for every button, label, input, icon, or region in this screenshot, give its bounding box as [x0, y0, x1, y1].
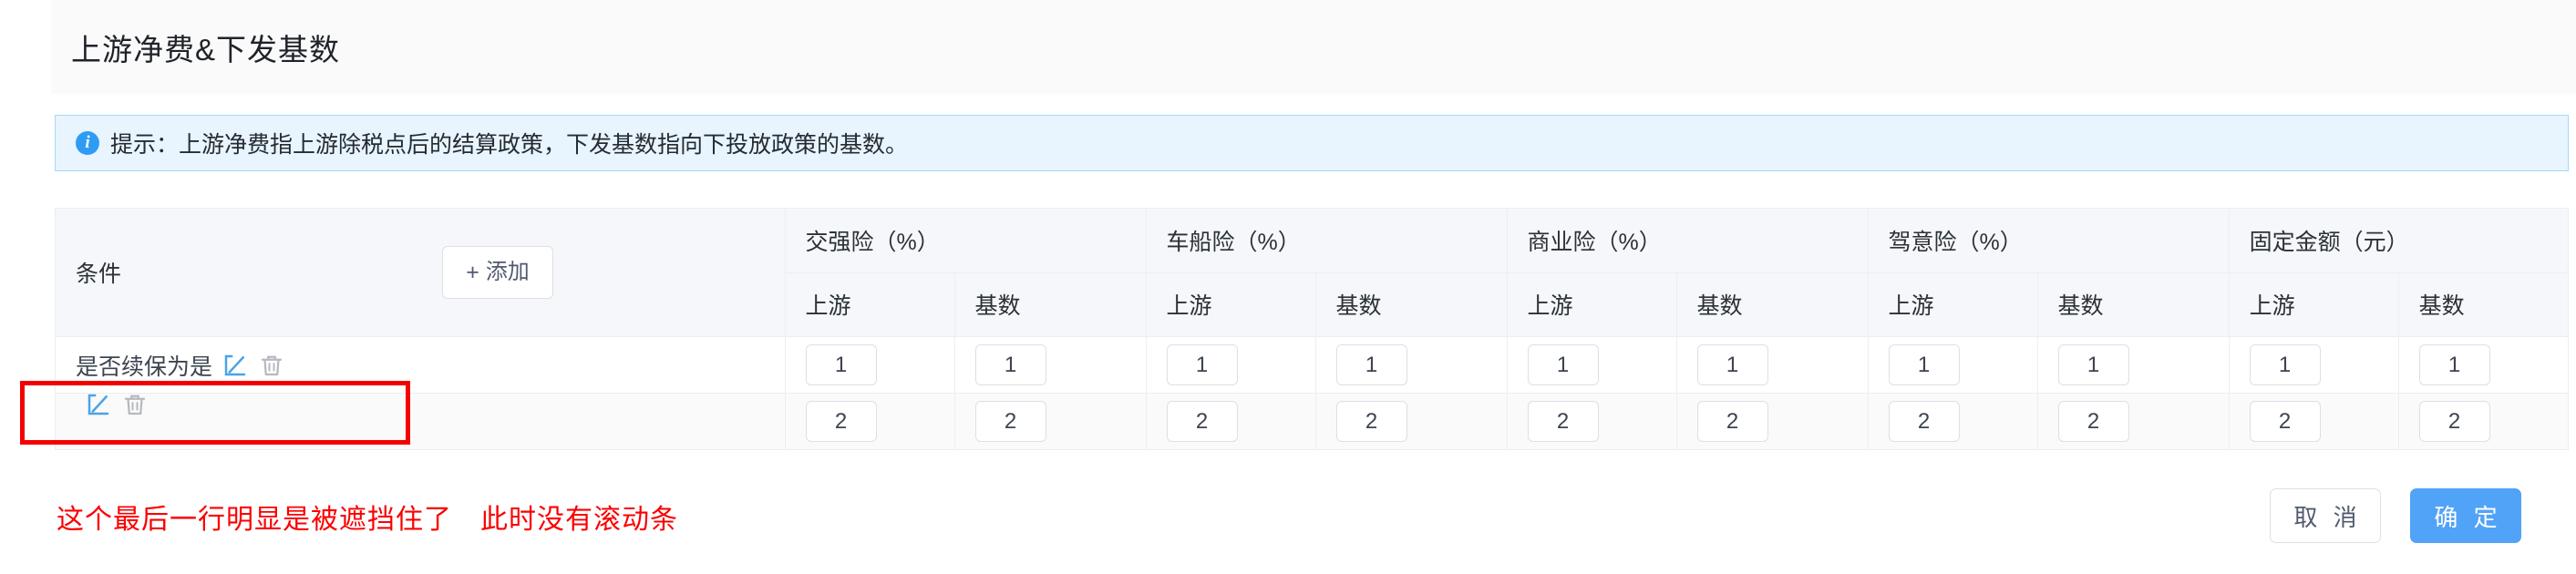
policy-table: 条件 + 添加 交强险（%） 车船险（%） 商业险（%） 驾意险（%） 固定金额…	[55, 208, 2569, 450]
value-cell	[785, 393, 955, 450]
value-input[interactable]	[1335, 401, 1407, 442]
edit-pencil-icon[interactable]	[222, 352, 249, 379]
value-cell	[1868, 393, 2038, 450]
sub-header-7: 基数	[2037, 272, 2230, 338]
group-header-shangyexian: 商业险（%）	[1507, 209, 1869, 273]
info-circle-icon: i	[76, 131, 99, 155]
value-input[interactable]	[2418, 401, 2490, 442]
value-input[interactable]	[1888, 401, 1960, 442]
trash-icon[interactable]	[121, 394, 149, 418]
group-header-gudingjine: 固定金额（元）	[2229, 209, 2568, 273]
value-cell	[1507, 393, 1677, 450]
value-input[interactable]	[974, 344, 1046, 385]
trash-icon[interactable]	[258, 352, 285, 379]
value-cell	[1507, 336, 1677, 394]
sub-header-8: 上游	[2229, 272, 2399, 338]
value-cell	[954, 336, 1147, 394]
value-cell	[2037, 336, 2230, 394]
info-banner: i 提示：上游净费指上游除税点后的结算政策，下发基数指向下投放政策的基数。	[55, 115, 2569, 171]
value-cell	[2398, 336, 2568, 394]
value-input[interactable]	[1888, 344, 1960, 385]
annotation-note-text: 这个最后一行明显是被遮挡住了 此时没有滚动条	[57, 505, 678, 535]
sub-header-9: 基数	[2398, 272, 2568, 338]
dialog-footer: 取 消 确 定	[2270, 488, 2521, 543]
value-cell	[1315, 336, 1508, 394]
value-input[interactable]	[1166, 344, 1238, 385]
value-cell	[1676, 393, 1869, 450]
dialog-title: 上游净费&下发基数	[71, 32, 341, 67]
sub-header-6: 上游	[1868, 272, 2038, 338]
sub-header-1: 基数	[954, 272, 1147, 338]
value-input[interactable]	[1166, 401, 1238, 442]
value-cell	[1676, 336, 1869, 394]
value-input[interactable]	[1696, 344, 1768, 385]
value-cell	[954, 393, 1147, 450]
condition-cell	[56, 393, 786, 450]
add-condition-button-label: 添加	[485, 260, 530, 284]
sub-header-3: 基数	[1315, 272, 1508, 338]
value-input[interactable]	[974, 401, 1046, 442]
value-input[interactable]	[2057, 401, 2129, 442]
table-header: 条件 + 添加 交强险（%） 车船险（%） 商业险（%） 驾意险（%） 固定金额…	[56, 209, 2568, 338]
value-cell	[2229, 393, 2399, 450]
sub-header-2: 上游	[1146, 272, 1316, 338]
group-header-chechuanxian: 车船险（%）	[1146, 209, 1508, 273]
table-row: 是否续保为是	[56, 336, 2568, 394]
condition-header-label: 条件	[76, 261, 122, 287]
value-cell	[2398, 393, 2568, 450]
table-header-row-groups: 条件 + 添加 交强险（%） 车船险（%） 商业险（%） 驾意险（%） 固定金额…	[56, 209, 2568, 337]
confirm-button[interactable]: 确 定	[2410, 488, 2521, 543]
value-input[interactable]	[1527, 401, 1599, 442]
sub-header-5: 基数	[1676, 272, 1869, 338]
add-condition-button[interactable]: + 添加	[442, 246, 554, 299]
value-input[interactable]	[2057, 344, 2129, 385]
value-cell	[1868, 336, 2038, 394]
sub-header-4: 上游	[1507, 272, 1677, 338]
value-input[interactable]	[1527, 344, 1599, 385]
group-header-jiayixian: 驾意险（%）	[1868, 209, 2230, 273]
condition-header-cell: 条件 + 添加	[56, 209, 786, 337]
condition-text: 是否续保为是	[76, 354, 213, 380]
edit-pencil-icon[interactable]	[85, 394, 112, 418]
value-cell	[2229, 336, 2399, 394]
cancel-button[interactable]: 取 消	[2270, 488, 2381, 543]
value-cell	[785, 336, 955, 394]
value-cell	[1146, 336, 1316, 394]
dialog-header: 上游净费&下发基数	[51, 0, 2576, 94]
value-input[interactable]	[2249, 401, 2321, 442]
value-cell	[2037, 393, 2230, 450]
plus-icon: +	[466, 259, 479, 285]
value-input[interactable]	[1335, 344, 1407, 385]
value-input[interactable]	[2418, 344, 2490, 385]
value-cell	[1315, 393, 1508, 450]
info-banner-text: 提示：上游净费指上游除税点后的结算政策，下发基数指向下投放政策的基数。	[110, 132, 909, 158]
value-input[interactable]	[805, 401, 877, 442]
value-input[interactable]	[1696, 401, 1768, 442]
table-row	[56, 393, 2568, 450]
value-input[interactable]	[805, 344, 877, 385]
value-input[interactable]	[2249, 344, 2321, 385]
sub-header-0: 上游	[785, 272, 955, 338]
condition-cell: 是否续保为是	[56, 336, 786, 394]
table-body: 是否续保为是	[56, 336, 2568, 450]
group-header-jiaoqiangxian: 交强险（%）	[785, 209, 1147, 273]
value-cell	[1146, 393, 1316, 450]
